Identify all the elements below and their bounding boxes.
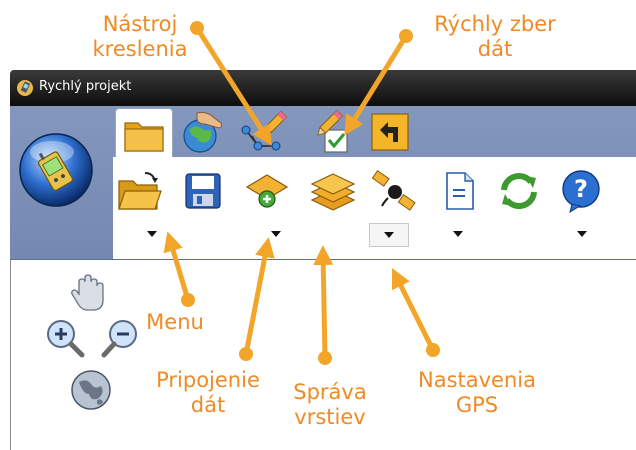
add-data-button[interactable] bbox=[241, 165, 293, 217]
callout-menu: Menu bbox=[146, 310, 204, 334]
layers-button[interactable] bbox=[307, 165, 359, 217]
help-dropdown[interactable] bbox=[563, 223, 601, 245]
callout-gps: Nastavenia GPS bbox=[418, 368, 536, 417]
open-folder-dropdown[interactable] bbox=[133, 223, 171, 245]
help-icon: ? bbox=[562, 170, 600, 214]
callout-attach-data: Pripojenie dát bbox=[156, 368, 260, 417]
tab-drawing[interactable] bbox=[236, 108, 292, 156]
tab-folder[interactable] bbox=[115, 108, 173, 160]
callout-quick-collect: Rýchly zber dát bbox=[434, 12, 556, 61]
title-bar: Rychlý projekt bbox=[10, 70, 636, 106]
pan-hand-icon bbox=[71, 274, 104, 311]
save-disk-icon bbox=[185, 173, 221, 209]
pan-tool[interactable] bbox=[71, 272, 105, 312]
satellite-icon bbox=[371, 170, 416, 211]
refresh-icon bbox=[501, 173, 537, 209]
save-button[interactable] bbox=[177, 165, 229, 217]
app-orb-button[interactable] bbox=[18, 132, 94, 208]
zoom-in-icon bbox=[47, 320, 85, 358]
app-icon bbox=[17, 80, 33, 96]
refresh-button[interactable] bbox=[493, 165, 545, 217]
drawing-tool-icon bbox=[241, 110, 288, 151]
quick-data-collection-icon bbox=[317, 110, 348, 153]
globe-hand-icon bbox=[183, 112, 223, 153]
tab-back[interactable] bbox=[362, 108, 418, 156]
back-arrow-icon bbox=[371, 113, 409, 151]
callout-drawing-tool: Nástroj kreslenia bbox=[92, 12, 188, 61]
toolbar-panel: ? bbox=[113, 157, 636, 259]
chevron-down-icon bbox=[384, 232, 394, 238]
tab-quick-collect[interactable] bbox=[300, 108, 356, 156]
globe-tool[interactable] bbox=[69, 368, 113, 412]
open-folder-button[interactable] bbox=[113, 165, 165, 217]
chevron-down-icon bbox=[147, 231, 157, 237]
chevron-down-icon bbox=[577, 231, 587, 237]
svg-text:?: ? bbox=[574, 175, 588, 203]
chevron-down-icon bbox=[453, 231, 463, 237]
document-icon bbox=[446, 172, 474, 210]
zoom-in-tool[interactable] bbox=[45, 318, 85, 358]
layers-icon bbox=[310, 173, 356, 211]
add-data-dropdown[interactable] bbox=[257, 223, 295, 245]
open-folder-icon bbox=[118, 172, 162, 210]
add-data-icon bbox=[245, 174, 289, 208]
gps-dropdown[interactable] bbox=[369, 223, 409, 247]
document-button[interactable] bbox=[433, 165, 485, 217]
help-button[interactable]: ? bbox=[555, 165, 607, 217]
window-title: Rychlý projekt bbox=[39, 79, 132, 94]
gps-settings-button[interactable] bbox=[369, 165, 421, 217]
tab-globe-hand[interactable] bbox=[174, 108, 230, 156]
chevron-down-icon bbox=[271, 231, 281, 237]
folder-icon bbox=[124, 121, 164, 152]
callout-layers: Správa vrstiev bbox=[293, 380, 367, 429]
ribbon-tabs bbox=[110, 106, 636, 160]
globe-icon bbox=[71, 370, 111, 410]
zoom-out-icon bbox=[101, 320, 137, 358]
zoom-out-tool[interactable] bbox=[101, 318, 141, 358]
document-dropdown[interactable] bbox=[439, 223, 477, 245]
